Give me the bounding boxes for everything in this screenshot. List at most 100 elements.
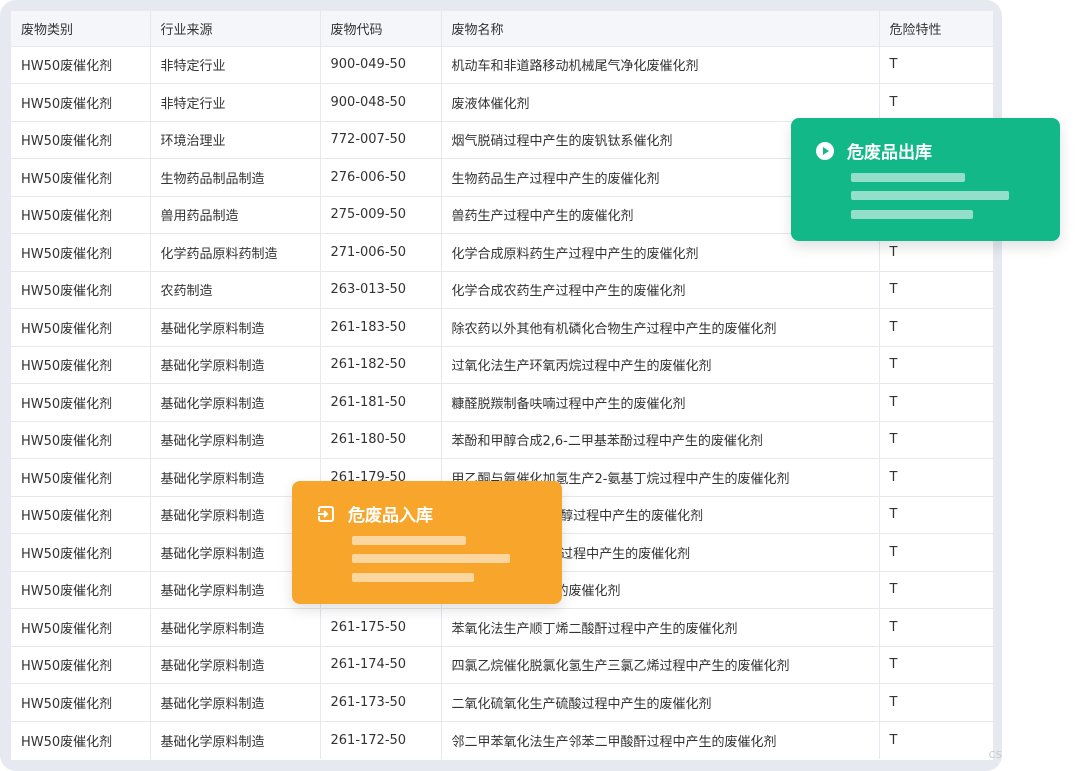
cell-waste-code: 276-006-50	[320, 158, 442, 197]
cell-hazard: T	[879, 571, 993, 609]
cell-hazard: T	[879, 683, 993, 722]
cell-waste-category: HW50废催化剂	[11, 458, 151, 497]
cell-industry-source: 兽用药品制造	[150, 196, 321, 234]
cell-hazard: T	[879, 346, 993, 384]
watermark: CS	[988, 750, 1002, 761]
cell-waste-name: 邻二甲苯氧化法生产邻苯二甲酸酐过程中产生的废催化剂	[441, 721, 880, 759]
cell-waste-name: 苯酚和甲醇合成2,6-二甲基苯酚过程中产生的废催化剂	[441, 421, 880, 459]
cell-waste-category: HW50废催化剂	[11, 496, 151, 534]
cell-hazard: T	[879, 496, 993, 534]
enter-icon	[316, 504, 336, 524]
cell-waste-category: HW50废催化剂	[11, 571, 151, 609]
cell-hazard: T	[879, 46, 993, 84]
cell-waste-category: HW50废催化剂	[11, 196, 151, 234]
cell-waste-category: HW50废催化剂	[11, 646, 151, 684]
table-row[interactable]: HW50废催化剂 基础化学原料制造 261-173-50 二氧化硫氧化生产硫酸过程中产…	[11, 683, 993, 722]
cell-waste-code: 261-172-50	[320, 721, 442, 759]
cell-waste-category: HW50废催化剂	[11, 121, 151, 159]
cell-waste-code: 271-006-50	[320, 233, 442, 272]
cell-waste-category: HW50废催化剂	[11, 721, 151, 759]
cell-waste-name: 除农药以外其他有机磷化合物生产过程中产生的废催化剂	[441, 308, 880, 347]
table-row[interactable]: HW50废催化剂 基础化学原料制造 261-181-50 糠醛脱羰制备呋喃过程中产生的…	[11, 383, 993, 422]
cell-waste-name: 机动车和非道路移动机械尾气净化废催化剂	[441, 46, 880, 84]
header-waste-name: 废物名称	[441, 11, 880, 47]
inbound-placeholder-line-1	[352, 536, 466, 545]
cell-industry-source: 基础化学原料制造	[150, 346, 321, 384]
table-row[interactable]: HW50废催化剂 基础化学原料制造 261-182-50 过氧化法生产环氧丙烷过程中产…	[11, 346, 993, 384]
inbound-card[interactable]: 危废品入库	[292, 481, 562, 604]
outbound-placeholder-line-3	[851, 210, 973, 219]
cell-waste-code: 900-049-50	[320, 46, 442, 84]
outbound-placeholder-line-1	[851, 173, 965, 182]
cell-industry-source: 基础化学原料制造	[150, 646, 321, 684]
cell-industry-source: 非特定行业	[150, 46, 321, 84]
inbound-placeholder-line-3	[352, 573, 474, 582]
header-waste-category: 废物类别	[11, 11, 151, 47]
inbound-card-title: 危废品入库	[348, 506, 433, 526]
outbound-card-title: 危废品出库	[847, 143, 932, 163]
cell-waste-category: HW50废催化剂	[11, 46, 151, 84]
table-frame: 废物类别 行业来源 废物代码 废物名称 危险特性 HW50废催化剂 非特定行业 90…	[0, 0, 1002, 771]
cell-waste-code: 261-183-50	[320, 308, 442, 347]
cell-waste-name: 糠醛脱羰制备呋喃过程中产生的废催化剂	[441, 383, 880, 422]
table-row[interactable]: HW50废催化剂 农药制造 263-013-50 化学合成农药生产过程中产生的废催化剂…	[11, 271, 993, 309]
table-row[interactable]: HW50废催化剂 非特定行业 900-049-50 机动车和非道路移动机械尾气净化废催…	[11, 46, 993, 84]
cell-waste-code: 261-173-50	[320, 683, 442, 722]
cell-hazard: T	[879, 533, 993, 572]
cell-hazard: T	[879, 646, 993, 684]
cell-waste-code: 261-180-50	[320, 421, 442, 459]
cell-industry-source: 基础化学原料制造	[150, 721, 321, 759]
cell-waste-category: HW50废催化剂	[11, 271, 151, 309]
cell-waste-category: HW50废催化剂	[11, 233, 151, 272]
cell-waste-category: HW50废催化剂	[11, 83, 151, 122]
cell-industry-source: 基础化学原料制造	[150, 383, 321, 422]
play-circle-icon	[815, 141, 835, 161]
cell-waste-code: 900-048-50	[320, 83, 442, 122]
inbound-card-title-row: 危废品入库	[316, 501, 433, 526]
table-row[interactable]: HW50废催化剂 基础化学原料制造 261-180-50 苯酚和甲醇合成2,6-二甲基…	[11, 421, 993, 459]
cell-hazard: T	[879, 421, 993, 459]
cell-waste-category: HW50废催化剂	[11, 383, 151, 422]
table-row[interactable]: HW50废催化剂 基础化学原料制造 261-172-50 邻二甲苯氧化法生产邻苯二甲酸…	[11, 721, 993, 759]
cell-waste-name: 废液体催化剂	[441, 83, 880, 122]
cell-waste-code: 263-013-50	[320, 271, 442, 309]
cell-industry-source: 基础化学原料制造	[150, 608, 321, 647]
inbound-placeholder-line-2	[352, 554, 510, 563]
cell-waste-code: 261-175-50	[320, 608, 442, 647]
cell-waste-category: HW50废催化剂	[11, 608, 151, 647]
cell-waste-name: 过氧化法生产环氧丙烷过程中产生的废催化剂	[441, 346, 880, 384]
cell-waste-code: 261-182-50	[320, 346, 442, 384]
cell-waste-category: HW50废催化剂	[11, 533, 151, 572]
table-row[interactable]: HW50废催化剂 基础化学原料制造 261-174-50 四氯乙烷催化脱氯化氢生产三氯…	[11, 646, 993, 684]
header-industry-source: 行业来源	[150, 11, 321, 47]
cell-hazard: T	[879, 608, 993, 647]
header-waste-code: 废物代码	[320, 11, 442, 47]
cell-industry-source: 非特定行业	[150, 83, 321, 122]
cell-hazard: T	[879, 83, 993, 122]
outbound-placeholder-line-2	[851, 191, 1009, 200]
cell-waste-name: 四氯乙烷催化脱氯化氢生产三氯乙烯过程中产生的废催化剂	[441, 646, 880, 684]
cell-waste-name: 二氧化硫氧化生产硫酸过程中产生的废催化剂	[441, 683, 880, 722]
cell-industry-source: 化学药品原料药制造	[150, 233, 321, 272]
cell-waste-category: HW50废催化剂	[11, 421, 151, 459]
cell-industry-source: 农药制造	[150, 271, 321, 309]
cell-waste-code: 261-181-50	[320, 383, 442, 422]
cell-hazard: T	[889, 732, 898, 748]
table-row[interactable]: HW50废催化剂 基础化学原料制造 261-175-50 苯氧化法生产顺丁烯二酸酐过程…	[11, 608, 993, 647]
cell-waste-category: HW50废催化剂	[11, 683, 151, 722]
table-row[interactable]: HW50废催化剂 基础化学原料制造 261-183-50 除农药以外其他有机磷化合物生…	[11, 308, 993, 347]
cell-waste-category: HW50废催化剂	[11, 346, 151, 384]
cell-industry-source: 环境治理业	[150, 121, 321, 159]
cell-waste-name: 苯氧化法生产顺丁烯二酸酐过程中产生的废催化剂	[441, 608, 880, 647]
table-header-row: 废物类别 行业来源 废物代码 废物名称 危险特性	[11, 11, 993, 47]
cell-hazard: T	[879, 308, 993, 347]
table-row[interactable]: HW50废催化剂 非特定行业 900-048-50 废液体催化剂 T	[11, 83, 993, 122]
cell-waste-code: 275-009-50	[320, 196, 442, 234]
outbound-card[interactable]: 危废品出库	[791, 118, 1060, 241]
cell-hazard: T	[879, 458, 993, 497]
cell-industry-source: 基础化学原料制造	[150, 421, 321, 459]
cell-industry-source: 基础化学原料制造	[150, 683, 321, 722]
cell-waste-category: HW50废催化剂	[11, 308, 151, 347]
cell-waste-code: 261-174-50	[320, 646, 442, 684]
cell-waste-code: 772-007-50	[320, 121, 442, 159]
